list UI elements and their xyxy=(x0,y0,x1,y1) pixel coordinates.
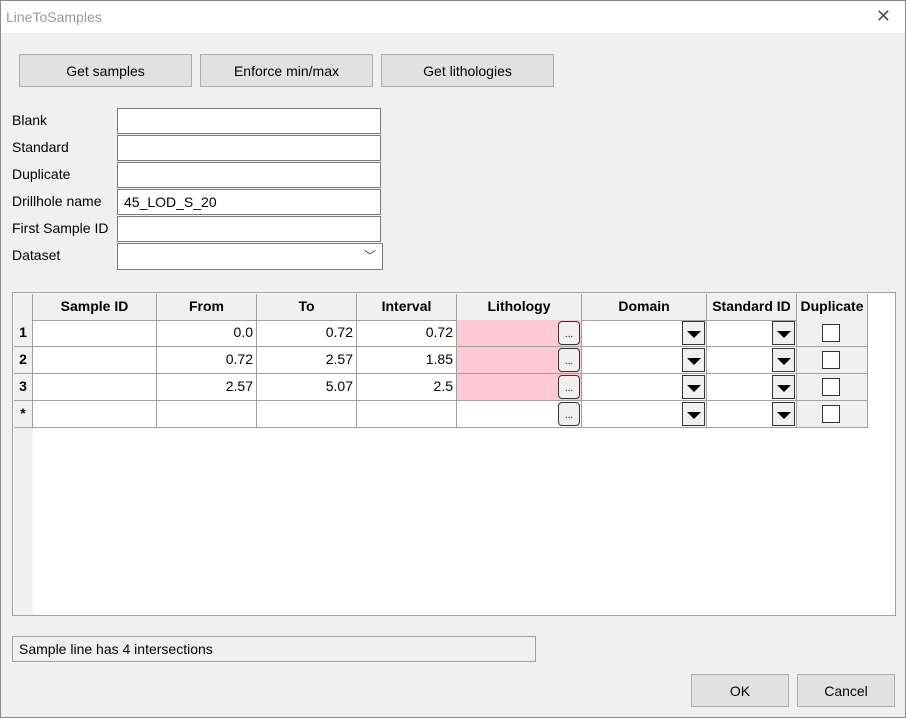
dropdown-arrow-icon[interactable] xyxy=(682,348,705,372)
lithology-picker-button[interactable]: ... xyxy=(558,348,580,372)
duplicate-label: Duplicate xyxy=(12,166,71,182)
dropdown-arrow-icon[interactable] xyxy=(772,375,795,399)
to-cell[interactable]: 0.72 xyxy=(257,320,357,347)
standard-id-cell[interactable] xyxy=(707,347,797,374)
drillhole-name-label: Drillhole name xyxy=(12,193,102,209)
duplicate-checkbox[interactable] xyxy=(822,378,840,396)
from-cell[interactable]: 0.0 xyxy=(157,320,257,347)
from-cell[interactable]: 2.57 xyxy=(157,374,257,401)
dropdown-arrow-icon[interactable] xyxy=(772,402,795,426)
close-icon[interactable]: ✕ xyxy=(876,6,891,27)
row-header[interactable]: 3 xyxy=(14,374,33,401)
standard-id-cell[interactable] xyxy=(707,374,797,401)
dataset-select[interactable]: ﹀ xyxy=(117,243,383,270)
from-cell[interactable]: 0.72 xyxy=(157,347,257,374)
dropdown-arrow-icon[interactable] xyxy=(682,321,705,345)
column-header-domain[interactable]: Domain xyxy=(582,294,707,321)
row-header[interactable]: * xyxy=(14,401,33,428)
lithology-picker-button[interactable]: ... xyxy=(558,321,580,345)
status-text: Sample line has 4 intersections xyxy=(12,636,536,662)
column-header-to[interactable]: To xyxy=(257,294,357,321)
standard-input[interactable] xyxy=(117,135,381,161)
dropdown-arrow-icon[interactable] xyxy=(772,321,795,345)
lithology-picker-button[interactable]: ... xyxy=(558,375,580,399)
dropdown-arrow-icon[interactable] xyxy=(682,402,705,426)
get-lithologies-button[interactable]: Get lithologies xyxy=(381,54,554,87)
sample-id-cell[interactable] xyxy=(33,320,157,347)
lithology-picker-button[interactable]: ... xyxy=(558,402,580,426)
ok-button[interactable]: OK xyxy=(691,674,789,707)
window-title: LineToSamples xyxy=(6,9,102,25)
standard-id-cell[interactable] xyxy=(707,401,797,428)
get-samples-button[interactable]: Get samples xyxy=(19,54,192,87)
domain-cell[interactable] xyxy=(582,374,707,401)
standard-id-cell[interactable] xyxy=(707,320,797,347)
sample-id-cell[interactable] xyxy=(33,347,157,374)
duplicate-cell[interactable] xyxy=(797,401,868,428)
first-sample-id-label: First Sample ID xyxy=(12,220,109,236)
standard-label: Standard xyxy=(12,139,69,155)
duplicate-checkbox[interactable] xyxy=(822,351,840,369)
drillhole-name-input[interactable]: 45_LOD_S_20 xyxy=(117,189,381,215)
corner-header xyxy=(14,294,33,321)
interval-cell[interactable]: 0.72 xyxy=(357,320,457,347)
row-header[interactable]: 2 xyxy=(14,347,33,374)
interval-cell[interactable]: 1.85 xyxy=(357,347,457,374)
sample-id-cell[interactable] xyxy=(33,401,157,428)
blank-input[interactable] xyxy=(117,108,381,134)
duplicate-cell[interactable] xyxy=(797,347,868,374)
sample-id-cell[interactable] xyxy=(33,374,157,401)
column-header-standard-id[interactable]: Standard ID xyxy=(707,294,797,321)
dialog-window: LineToSamples ✕ Get samples Enforce min/… xyxy=(0,0,906,718)
column-header-lithology[interactable]: Lithology xyxy=(457,294,582,321)
cancel-button[interactable]: Cancel xyxy=(797,674,895,707)
domain-cell[interactable] xyxy=(582,401,707,428)
to-cell[interactable] xyxy=(257,401,357,428)
to-cell[interactable]: 2.57 xyxy=(257,347,357,374)
first-sample-id-input[interactable] xyxy=(117,216,381,242)
lithology-cell[interactable]: ... xyxy=(457,320,582,347)
column-header-interval[interactable]: Interval xyxy=(357,294,457,321)
lithology-cell[interactable]: ... xyxy=(457,374,582,401)
dropdown-arrow-icon[interactable] xyxy=(772,348,795,372)
duplicate-checkbox[interactable] xyxy=(822,405,840,423)
from-cell[interactable] xyxy=(157,401,257,428)
blank-label: Blank xyxy=(12,112,48,128)
chevron-down-icon: ﹀ xyxy=(363,249,376,263)
title-bar: LineToSamples ✕ xyxy=(1,1,905,33)
enforce-min-max-button[interactable]: Enforce min/max xyxy=(200,54,373,87)
lithology-cell[interactable]: ... xyxy=(457,401,582,428)
dropdown-arrow-icon[interactable] xyxy=(682,375,705,399)
lithology-cell[interactable]: ... xyxy=(457,347,582,374)
dataset-label: Dataset xyxy=(12,247,61,263)
domain-cell[interactable] xyxy=(582,347,707,374)
domain-cell[interactable] xyxy=(582,320,707,347)
duplicate-cell[interactable] xyxy=(797,374,868,401)
column-header-duplicate[interactable]: Duplicate xyxy=(797,294,868,321)
duplicate-input[interactable] xyxy=(117,162,381,188)
samples-grid[interactable]: Sample ID From To Interval Lithology Domain St… xyxy=(12,292,896,616)
duplicate-checkbox[interactable] xyxy=(822,324,840,342)
row-header[interactable]: 1 xyxy=(14,320,33,347)
column-header-from[interactable]: From xyxy=(157,294,257,321)
interval-cell[interactable]: 2.5 xyxy=(357,374,457,401)
to-cell[interactable]: 5.07 xyxy=(257,374,357,401)
column-header-sample-id[interactable]: Sample ID xyxy=(33,294,157,321)
interval-cell[interactable] xyxy=(357,401,457,428)
duplicate-cell[interactable] xyxy=(797,320,868,347)
